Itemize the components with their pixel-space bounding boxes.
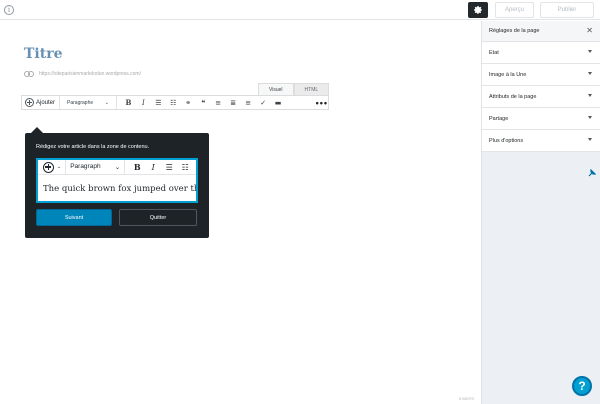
panel-sharing[interactable]: Partage — [482, 108, 600, 130]
tour-demo-editor: ⌄ Paragraph ⌄ B I ☰ ☷ The quick brown fo… — [36, 158, 198, 203]
chevron-down-icon: ⌄ — [57, 164, 62, 170]
panel-page-attributes[interactable]: Attributs de la page — [482, 86, 600, 108]
horizontal-rule-icon[interactable]: ▬ — [271, 99, 286, 107]
chevron-down-icon: ⌄ — [114, 164, 121, 171]
demo-sample-text: The quick brown fox jumped over the lazy — [43, 184, 196, 194]
permalink: https://siteparisienmarkdodun.wordpress.… — [24, 71, 141, 77]
top-bar: i Aperçu Publier — [0, 0, 600, 20]
panel-more-options[interactable]: Plus d'options — [482, 130, 600, 152]
tab-visual[interactable]: Visuel — [258, 83, 294, 95]
link-icon — [24, 71, 34, 77]
next-button[interactable]: Suivant — [36, 209, 112, 226]
tab-html[interactable]: HTML — [293, 83, 330, 95]
panel-label: Partage — [489, 115, 509, 122]
align-center-icon[interactable]: ≣ — [226, 99, 241, 107]
chevron-down-icon — [588, 94, 592, 97]
tour-message: Rédigez votre article dans la zone de co… — [36, 144, 150, 150]
toolbar-divider — [65, 159, 67, 175]
demo-format-value: Paragraph — [70, 163, 101, 170]
help-button[interactable]: ? — [572, 376, 592, 396]
numbered-list-icon: ☷ — [181, 162, 189, 172]
numbered-list-icon[interactable]: ☷ — [166, 99, 181, 107]
toolbar-divider — [115, 96, 117, 109]
bold-icon[interactable]: B — [121, 98, 136, 107]
panel-featured-image[interactable]: Image à la Une — [482, 64, 600, 86]
format-select[interactable]: Paragraphe ⌄ — [64, 100, 112, 106]
post-title[interactable]: Titre — [24, 46, 63, 62]
settings-button[interactable] — [468, 2, 488, 18]
add-block-label: Ajouter — [36, 99, 56, 106]
italic-icon: I — [151, 162, 155, 172]
panel-etat[interactable]: Etat — [482, 42, 600, 64]
align-right-icon[interactable]: ≡ — [241, 99, 256, 107]
preview-button[interactable]: Aperçu — [495, 2, 534, 18]
pin-icon[interactable] — [588, 169, 596, 177]
bold-icon: B — [133, 162, 141, 172]
bullet-list-icon[interactable]: ☰ — [151, 99, 166, 107]
panel-label: Plus d'options — [489, 137, 524, 144]
panel-label: Etat — [489, 49, 499, 56]
italic-icon[interactable]: I — [136, 99, 151, 107]
settings-sidebar: Réglages de la page ✕ Etat Image à la Un… — [481, 21, 600, 404]
demo-toolbar: ⌄ Paragraph ⌄ B I ☰ ☷ — [38, 159, 196, 175]
more-icon[interactable]: ••• — [316, 98, 328, 108]
sidebar-header: Réglages de la page ✕ — [482, 21, 600, 42]
popup-arrow — [31, 127, 43, 133]
gear-icon — [474, 6, 482, 14]
permalink-url[interactable]: https://siteparisienmarkdodun.wordpress.… — [39, 71, 141, 77]
editor-toolbar: Ajouter Paragraphe ⌄ B I ☰ ☷ ⚭ ❝ ≡ ≣ ≡ ✓… — [21, 95, 329, 110]
word-count: 0 MOTS — [459, 396, 474, 401]
panel-label: Image à la Une — [489, 71, 527, 78]
plus-circle-icon — [25, 98, 34, 107]
chevron-down-icon — [588, 116, 592, 119]
panel-label: Attributs de la page — [489, 93, 537, 100]
close-icon[interactable]: ✕ — [586, 26, 593, 35]
quit-button[interactable]: Quitter — [119, 209, 197, 226]
info-icon[interactable]: i — [4, 5, 14, 15]
add-block-button[interactable]: Ajouter — [25, 98, 55, 107]
toolbar-divider — [124, 159, 126, 175]
tour-popup: Rédigez votre article dans la zone de co… — [25, 127, 209, 238]
link-icon[interactable]: ⚭ — [181, 99, 196, 107]
chevron-down-icon — [588, 72, 592, 75]
bullet-list-icon: ☰ — [165, 162, 173, 172]
format-select-value: Paragraphe — [67, 99, 94, 106]
toolbar-divider — [59, 96, 61, 109]
demo-format-select: Paragraph ⌄ — [70, 163, 120, 171]
chevron-down-icon: ⌄ — [104, 99, 109, 106]
publish-button[interactable]: Publier — [540, 2, 594, 18]
sidebar-title: Réglages de la page — [489, 28, 540, 34]
align-left-icon[interactable]: ≡ — [211, 99, 226, 107]
plus-circle-icon — [43, 161, 54, 173]
quote-icon[interactable]: ❝ — [196, 99, 211, 107]
spellcheck-icon[interactable]: ✓ — [256, 99, 271, 107]
editor-mode-tabs: Visuel HTML — [258, 83, 330, 95]
chevron-down-icon — [588, 50, 592, 53]
chevron-down-icon — [588, 138, 592, 141]
